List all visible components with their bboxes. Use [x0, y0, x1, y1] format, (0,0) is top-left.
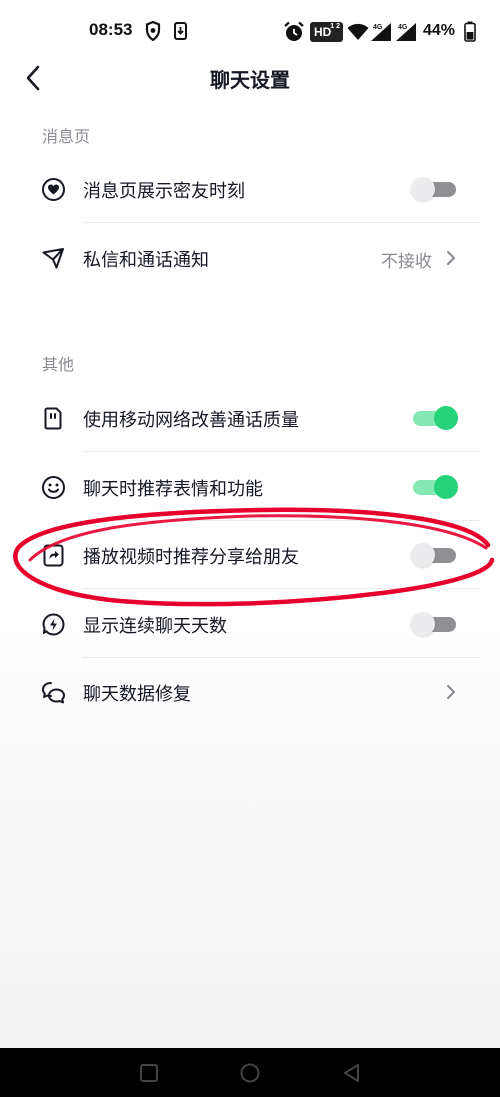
recommend-share-video-toggle[interactable] [411, 543, 458, 567]
status-time: 08:53 [89, 20, 133, 39]
battery-percentage: 44% [423, 22, 456, 39]
smiley-icon [42, 476, 65, 499]
setting-label: 显示连续聊天天数 [83, 616, 227, 637]
setting-label: 聊天数据修复 [83, 684, 191, 705]
setting-value: 不接收 [381, 252, 432, 272]
hd-voice-badge: HD 1 2 [310, 22, 343, 42]
chat-bubbles-icon [42, 682, 65, 704]
setting-row-recommend-stickers: 聊天时推荐表情和功能 [20, 453, 480, 521]
setting-row-dm-call-notifications[interactable]: 私信和通话通知 不接收 [20, 224, 480, 292]
setting-row-show-close-friend-moments: 消息页展示密友时刻 [20, 155, 480, 223]
setting-row-mobile-network-call-quality: 使用移动网络改善通话质量 [20, 384, 480, 452]
share-box-icon [43, 544, 64, 567]
chevron-right-icon [447, 251, 455, 265]
setting-label: 播放视频时推荐分享给朋友 [83, 547, 299, 568]
divider [82, 588, 480, 589]
flame-badge-icon [42, 613, 65, 636]
divider [82, 451, 480, 452]
navigation-bar: 聊天设置 [0, 56, 500, 100]
wifi-icon [347, 23, 369, 40]
section-title-other: 其他 [42, 355, 75, 374]
setting-row-chat-data-repair[interactable]: 聊天数据修复 [20, 658, 480, 726]
home-icon[interactable] [239, 1062, 261, 1084]
status-bar: 08:53 HD 1 2 4G 4G 44% [0, 0, 500, 60]
page-title: 聊天设置 [210, 68, 290, 92]
setting-label: 使用移动网络改善通话质量 [83, 410, 299, 431]
system-navigation-bar [0, 1048, 500, 1097]
recommend-stickers-toggle[interactable] [411, 475, 458, 499]
setting-label: 消息页展示密友时刻 [83, 181, 245, 202]
download-notification-icon [174, 22, 187, 40]
cell-signal-icon: 4G [371, 23, 391, 41]
cell-signal-icon: 4G [396, 23, 416, 41]
battery-icon [464, 21, 476, 42]
recent-apps-icon[interactable] [138, 1062, 160, 1084]
shield-notification-icon [145, 21, 161, 41]
svg-text:4G: 4G [373, 24, 383, 31]
sim-card-icon [44, 407, 62, 430]
chevron-right-icon [447, 685, 455, 699]
back-triangle-icon[interactable] [341, 1062, 363, 1084]
svg-text:4G: 4G [398, 24, 408, 31]
mobile-network-call-quality-toggle[interactable] [411, 406, 458, 430]
divider [82, 222, 480, 223]
setting-label: 聊天时推荐表情和功能 [83, 479, 263, 500]
setting-label: 私信和通话通知 [83, 250, 209, 271]
chat-settings-page: 08:53 HD 1 2 4G 4G 44% 聊天设置 消息页 消息页展示密友时… [0, 0, 500, 1048]
setting-row-recommend-share-video: 播放视频时推荐分享给朋友 [20, 521, 480, 589]
alarm-icon [284, 21, 304, 41]
heart-circle-icon [42, 178, 65, 201]
show-chat-streak-toggle[interactable] [411, 612, 458, 636]
section-title-message-page: 消息页 [42, 127, 91, 146]
paper-plane-icon [42, 248, 64, 269]
setting-row-show-chat-streak: 显示连续聊天天数 [20, 590, 480, 658]
close-friend-moments-toggle[interactable] [411, 177, 458, 201]
